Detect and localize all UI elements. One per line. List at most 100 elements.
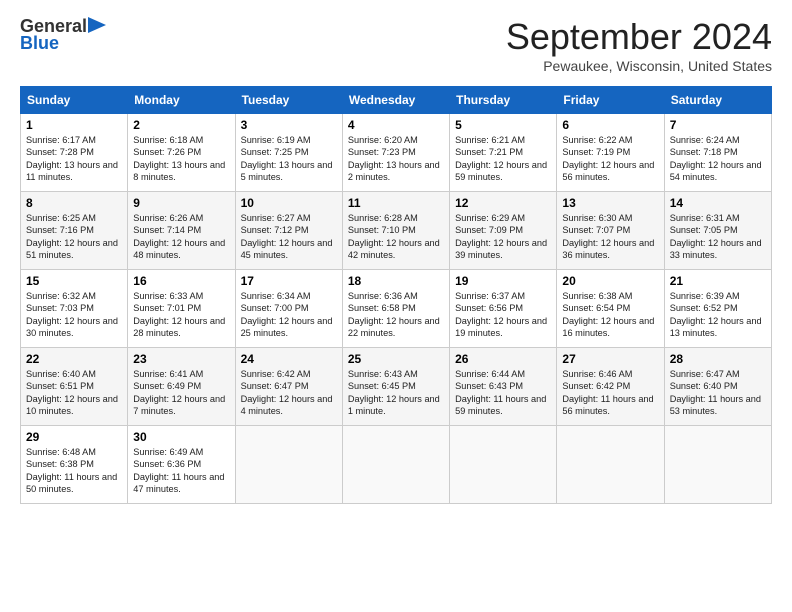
week-row-3: 15 Sunrise: 6:32 AMSunset: 7:03 PMDayligh… <box>21 270 772 348</box>
calendar-cell: 18Sunrise: 6:36 AMSunset: 6:58 PMDayligh… <box>342 270 449 348</box>
calendar-cell: 14 Sunrise: 6:31 AMSunset: 7:05 PMDayligh… <box>664 192 771 270</box>
calendar-cell: 11Sunrise: 6:28 AMSunset: 7:10 PMDayligh… <box>342 192 449 270</box>
day-number: 29 <box>26 430 122 444</box>
day-info: Sunrise: 6:46 AMSunset: 6:42 PMDaylight:… <box>562 368 658 418</box>
calendar-cell: 13 Sunrise: 6:30 AMSunset: 7:07 PMDayligh… <box>557 192 664 270</box>
calendar-cell: 23 Sunrise: 6:41 AMSunset: 6:49 PMDayligh… <box>128 348 235 426</box>
calendar-cell: 2 Sunrise: 6:18 AMSunset: 7:26 PMDaylight… <box>128 114 235 192</box>
calendar-cell: 1 Sunrise: 6:17 AMSunset: 7:28 PMDaylight… <box>21 114 128 192</box>
day-info: Sunrise: 6:40 AMSunset: 6:51 PMDaylight:… <box>26 368 122 418</box>
day-info: Sunrise: 6:43 AMSunset: 6:45 PMDaylight:… <box>348 368 444 418</box>
title-block: September 2024 Pewaukee, Wisconsin, Unit… <box>506 16 772 74</box>
calendar-cell: 20 Sunrise: 6:38 AMSunset: 6:54 PMDayligh… <box>557 270 664 348</box>
calendar-cell: 12Sunrise: 6:29 AMSunset: 7:09 PMDayligh… <box>450 192 557 270</box>
day-info: Sunrise: 6:41 AMSunset: 6:49 PMDaylight:… <box>133 368 229 418</box>
calendar-cell: 9Sunrise: 6:26 AMSunset: 7:14 PMDaylight… <box>128 192 235 270</box>
day-number: 2 <box>133 118 229 132</box>
week-row-2: 8 Sunrise: 6:25 AMSunset: 7:16 PMDaylight… <box>21 192 772 270</box>
calendar-cell: 6 Sunrise: 6:22 AMSunset: 7:19 PMDaylight… <box>557 114 664 192</box>
day-info: Sunrise: 6:33 AMSunset: 7:01 PMDaylight:… <box>133 290 229 340</box>
calendar-cell <box>450 426 557 504</box>
calendar-cell: 8 Sunrise: 6:25 AMSunset: 7:16 PMDaylight… <box>21 192 128 270</box>
col-header-wednesday: Wednesday <box>342 87 449 114</box>
col-header-sunday: Sunday <box>21 87 128 114</box>
calendar-table: SundayMondayTuesdayWednesdayThursdayFrid… <box>20 86 772 504</box>
day-info: Sunrise: 6:25 AMSunset: 7:16 PMDaylight:… <box>26 212 122 262</box>
day-number: 13 <box>562 196 658 210</box>
day-number: 26 <box>455 352 551 366</box>
calendar-cell: 30 Sunrise: 6:49 AMSunset: 6:36 PMDayligh… <box>128 426 235 504</box>
calendar-cell: 24Sunrise: 6:42 AMSunset: 6:47 PMDayligh… <box>235 348 342 426</box>
calendar-cell: 28 Sunrise: 6:47 AMSunset: 6:40 PMDayligh… <box>664 348 771 426</box>
day-info: Sunrise: 6:49 AMSunset: 6:36 PMDaylight:… <box>133 446 229 496</box>
month-title: September 2024 <box>506 16 772 58</box>
day-info: Sunrise: 6:30 AMSunset: 7:07 PMDaylight:… <box>562 212 658 262</box>
col-header-thursday: Thursday <box>450 87 557 114</box>
day-number: 1 <box>26 118 122 132</box>
calendar-cell: 19 Sunrise: 6:37 AMSunset: 6:56 PMDayligh… <box>450 270 557 348</box>
col-header-friday: Friday <box>557 87 664 114</box>
day-number: 30 <box>133 430 229 444</box>
day-info: Sunrise: 6:34 AMSunset: 7:00 PMDaylight:… <box>241 290 337 340</box>
day-number: 5 <box>455 118 551 132</box>
day-info: Sunrise: 6:38 AMSunset: 6:54 PMDaylight:… <box>562 290 658 340</box>
day-number: 12 <box>455 196 551 210</box>
day-info: Sunrise: 6:27 AMSunset: 7:12 PMDaylight:… <box>241 212 337 262</box>
calendar-cell: 16 Sunrise: 6:33 AMSunset: 7:01 PMDayligh… <box>128 270 235 348</box>
day-info: Sunrise: 6:24 AMSunset: 7:18 PMDaylight:… <box>670 134 766 184</box>
calendar-cell: 7Sunrise: 6:24 AMSunset: 7:18 PMDaylight… <box>664 114 771 192</box>
day-number: 16 <box>133 274 229 288</box>
week-row-4: 22 Sunrise: 6:40 AMSunset: 6:51 PMDayligh… <box>21 348 772 426</box>
day-number: 18 <box>348 274 444 288</box>
calendar-cell: 10 Sunrise: 6:27 AMSunset: 7:12 PMDayligh… <box>235 192 342 270</box>
calendar-cell: 5Sunrise: 6:21 AMSunset: 7:21 PMDaylight… <box>450 114 557 192</box>
day-info: Sunrise: 6:48 AMSunset: 6:38 PMDaylight:… <box>26 446 122 496</box>
calendar-cell: 17 Sunrise: 6:34 AMSunset: 7:00 PMDayligh… <box>235 270 342 348</box>
day-number: 19 <box>455 274 551 288</box>
day-number: 23 <box>133 352 229 366</box>
day-info: Sunrise: 6:37 AMSunset: 6:56 PMDaylight:… <box>455 290 551 340</box>
header-row: SundayMondayTuesdayWednesdayThursdayFrid… <box>21 87 772 114</box>
day-number: 22 <box>26 352 122 366</box>
day-info: Sunrise: 6:44 AMSunset: 6:43 PMDaylight:… <box>455 368 551 418</box>
day-info: Sunrise: 6:18 AMSunset: 7:26 PMDaylight:… <box>133 134 229 184</box>
calendar-cell: 26 Sunrise: 6:44 AMSunset: 6:43 PMDayligh… <box>450 348 557 426</box>
day-number: 28 <box>670 352 766 366</box>
calendar-cell: 15 Sunrise: 6:32 AMSunset: 7:03 PMDayligh… <box>21 270 128 348</box>
header: General Blue September 2024 Pewaukee, Wi… <box>20 16 772 74</box>
day-info: Sunrise: 6:20 AMSunset: 7:23 PMDaylight:… <box>348 134 444 184</box>
day-number: 25 <box>348 352 444 366</box>
day-number: 6 <box>562 118 658 132</box>
week-row-5: 29 Sunrise: 6:48 AMSunset: 6:38 PMDayligh… <box>21 426 772 504</box>
day-number: 21 <box>670 274 766 288</box>
day-number: 17 <box>241 274 337 288</box>
calendar-cell <box>557 426 664 504</box>
day-info: Sunrise: 6:32 AMSunset: 7:03 PMDaylight:… <box>26 290 122 340</box>
day-info: Sunrise: 6:19 AMSunset: 7:25 PMDaylight:… <box>241 134 337 184</box>
day-info: Sunrise: 6:26 AMSunset: 7:14 PMDaylight:… <box>133 212 229 262</box>
page: General Blue September 2024 Pewaukee, Wi… <box>0 0 792 514</box>
day-info: Sunrise: 6:22 AMSunset: 7:19 PMDaylight:… <box>562 134 658 184</box>
day-info: Sunrise: 6:28 AMSunset: 7:10 PMDaylight:… <box>348 212 444 262</box>
logo-flag-icon <box>88 17 106 37</box>
day-number: 8 <box>26 196 122 210</box>
day-number: 10 <box>241 196 337 210</box>
day-number: 14 <box>670 196 766 210</box>
day-info: Sunrise: 6:39 AMSunset: 6:52 PMDaylight:… <box>670 290 766 340</box>
location: Pewaukee, Wisconsin, United States <box>506 58 772 74</box>
calendar-cell: 25 Sunrise: 6:43 AMSunset: 6:45 PMDayligh… <box>342 348 449 426</box>
calendar-cell: 27Sunrise: 6:46 AMSunset: 6:42 PMDayligh… <box>557 348 664 426</box>
calendar-cell: 22 Sunrise: 6:40 AMSunset: 6:51 PMDayligh… <box>21 348 128 426</box>
calendar-cell: 4Sunrise: 6:20 AMSunset: 7:23 PMDaylight… <box>342 114 449 192</box>
day-number: 15 <box>26 274 122 288</box>
logo: General Blue <box>20 16 107 54</box>
calendar-cell: 21 Sunrise: 6:39 AMSunset: 6:52 PMDayligh… <box>664 270 771 348</box>
day-info: Sunrise: 6:17 AMSunset: 7:28 PMDaylight:… <box>26 134 122 184</box>
col-header-tuesday: Tuesday <box>235 87 342 114</box>
day-number: 3 <box>241 118 337 132</box>
day-info: Sunrise: 6:47 AMSunset: 6:40 PMDaylight:… <box>670 368 766 418</box>
calendar-cell <box>235 426 342 504</box>
day-info: Sunrise: 6:31 AMSunset: 7:05 PMDaylight:… <box>670 212 766 262</box>
calendar-cell <box>342 426 449 504</box>
day-number: 20 <box>562 274 658 288</box>
